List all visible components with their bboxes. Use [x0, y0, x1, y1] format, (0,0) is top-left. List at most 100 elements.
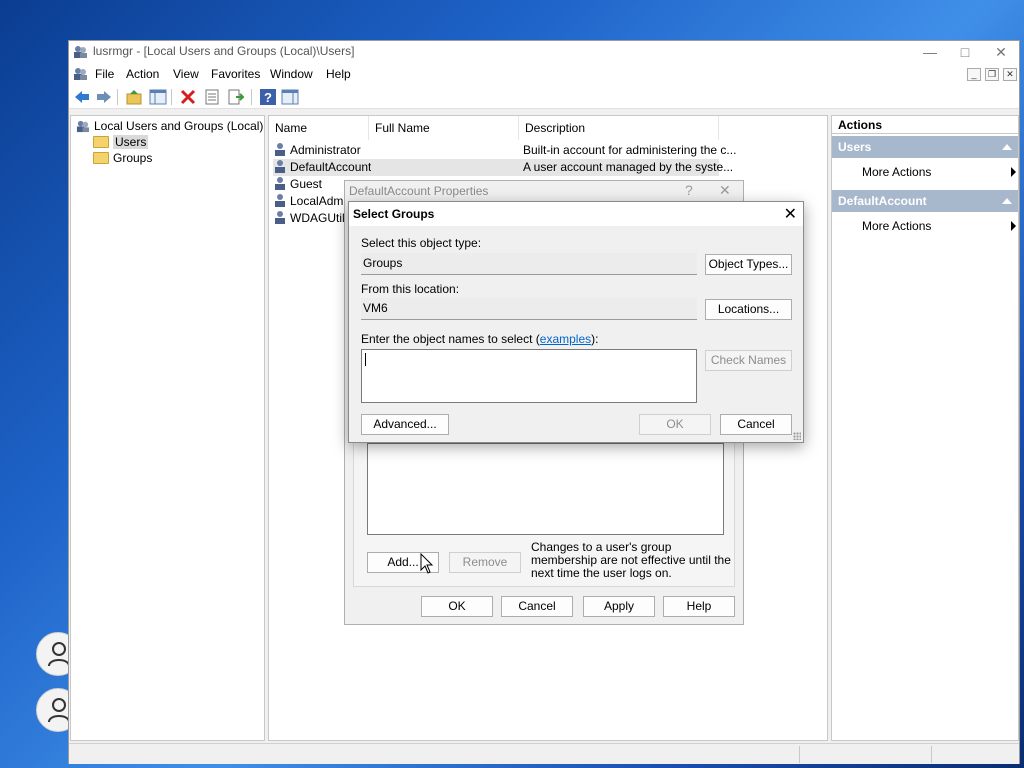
table-row[interactable]: Guest	[273, 176, 322, 193]
apply-button[interactable]: Apply	[583, 596, 655, 617]
column-header-full-name[interactable]: Full Name	[369, 116, 519, 140]
menu-bar: File Action View Favorites Window Help	[69, 63, 1019, 85]
export-list-icon[interactable]	[227, 88, 245, 106]
forward-arrow-icon[interactable]	[95, 88, 113, 106]
title-bar[interactable]: lusrmgr - [Local Users and Groups (Local…	[69, 41, 1019, 63]
help-text-button[interactable]: Help	[663, 596, 735, 617]
advanced-button[interactable]: Advanced...	[361, 414, 449, 435]
status-bar	[69, 743, 1019, 764]
user-description: A user account managed by the syste...	[523, 160, 734, 174]
user-icon	[275, 194, 285, 207]
user-icon	[275, 160, 285, 173]
folder-icon	[93, 136, 109, 148]
maximize-button[interactable]: □	[947, 41, 983, 63]
text-caret	[365, 353, 366, 366]
object-names-input[interactable]	[361, 349, 697, 403]
examples-link[interactable]: examples	[540, 332, 591, 346]
ok-button[interactable]: OK	[639, 414, 711, 435]
table-row[interactable]: LocalAdmin	[273, 193, 353, 210]
remove-button[interactable]: Remove	[449, 552, 521, 573]
object-type-field: Groups	[361, 253, 697, 275]
up-folder-icon[interactable]	[125, 88, 143, 106]
object-names-label-prefix: Enter the object names to select (	[361, 332, 540, 346]
folder-icon	[93, 152, 109, 164]
back-arrow-icon[interactable]	[73, 88, 91, 106]
user-name: DefaultAccount	[290, 160, 372, 174]
action-pane-icon[interactable]	[281, 88, 299, 106]
svg-text:?: ?	[264, 90, 272, 105]
object-types-button[interactable]: Object Types...	[705, 254, 792, 275]
more-actions-users[interactable]: More Actions	[862, 165, 1016, 179]
mouse-pointer-icon	[420, 553, 434, 574]
table-row[interactable]: WDAGUtilit	[273, 210, 351, 227]
users-groups-icon	[76, 120, 90, 133]
table-row[interactable]: DefaultAccount A user account managed by…	[273, 159, 733, 176]
menu-view[interactable]: View	[173, 67, 199, 81]
mmc-doc-icon[interactable]	[73, 66, 88, 81]
table-row[interactable]: Administrator Built-in account for admin…	[273, 142, 736, 159]
user-name: WDAGUtilit	[290, 211, 351, 225]
close-icon[interactable]: ✕	[719, 182, 731, 199]
actions-pane: Actions Users More Actions DefaultAccoun…	[831, 115, 1019, 741]
object-names-label-suffix: ):	[591, 332, 599, 346]
menu-action[interactable]: Action	[126, 67, 159, 81]
member-of-list[interactable]	[367, 443, 724, 535]
user-description: Built-in account for administering the c…	[523, 143, 737, 157]
ok-button[interactable]: OK	[421, 596, 493, 617]
tree-root-label: Local Users and Groups (Local)	[94, 119, 264, 133]
mdi-minimize-button[interactable]: _	[967, 68, 981, 81]
minimize-button[interactable]: —	[912, 41, 948, 63]
cancel-button[interactable]: Cancel	[501, 596, 573, 617]
select-groups-dialog: Select Groups ✕ Select this object type:…	[348, 201, 804, 443]
menu-favorites[interactable]: Favorites	[211, 67, 260, 81]
menu-help[interactable]: Help	[326, 67, 351, 81]
toolbar: ?	[69, 85, 1019, 109]
submenu-arrow-icon	[1011, 167, 1016, 177]
user-icon	[275, 211, 285, 224]
resize-grip[interactable]	[793, 432, 801, 440]
collapse-icon	[1002, 198, 1012, 204]
show-hide-tree-icon[interactable]	[149, 88, 167, 106]
close-button[interactable]: ✕	[983, 41, 1019, 63]
select-groups-title: Select Groups	[353, 207, 435, 221]
column-header-name[interactable]: Name	[269, 116, 369, 140]
actions-section-defaultaccount[interactable]: DefaultAccount	[832, 190, 1018, 212]
tree-item-label: Users	[113, 135, 149, 149]
tree-pane: Local Users and Groups (Local) Users Gro…	[70, 115, 265, 741]
locations-button[interactable]: Locations...	[705, 299, 792, 320]
actions-header: Actions	[832, 116, 1018, 134]
location-field: VM6	[361, 298, 697, 320]
user-icon	[275, 177, 285, 190]
user-icon	[275, 143, 285, 156]
help-button[interactable]: ?	[685, 182, 693, 198]
more-actions-defaultaccount[interactable]: More Actions	[862, 219, 1016, 233]
actions-section-title: Users	[838, 140, 872, 154]
submenu-arrow-icon	[1011, 221, 1016, 231]
tree-root[interactable]: Local Users and Groups (Local)	[75, 119, 263, 133]
user-name: Administrator	[290, 143, 361, 157]
users-app-icon	[74, 46, 87, 58]
group-membership-note: Changes to a user's group membership are…	[531, 540, 731, 580]
more-actions-label: More Actions	[862, 165, 932, 179]
select-groups-titlebar[interactable]: Select Groups ✕	[349, 202, 803, 226]
tree-item-users[interactable]: Users	[93, 135, 149, 149]
more-actions-label: More Actions	[862, 219, 932, 233]
properties-icon[interactable]	[203, 88, 221, 106]
location-label: From this location:	[361, 282, 460, 296]
actions-section-users[interactable]: Users	[832, 136, 1018, 158]
delete-icon[interactable]	[179, 88, 197, 106]
cancel-button[interactable]: Cancel	[720, 414, 792, 435]
column-header-description[interactable]: Description	[519, 116, 719, 140]
window-title: lusrmgr - [Local Users and Groups (Local…	[93, 44, 355, 58]
user-name: Guest	[290, 177, 323, 191]
mdi-restore-button[interactable]: ❐	[985, 68, 999, 81]
close-icon[interactable]: ✕	[784, 204, 797, 224]
actions-section-title: DefaultAccount	[838, 194, 927, 208]
object-type-label: Select this object type:	[361, 236, 482, 250]
tree-item-groups[interactable]: Groups	[93, 151, 152, 165]
menu-window[interactable]: Window	[270, 67, 313, 81]
menu-file[interactable]: File	[95, 67, 114, 81]
help-icon[interactable]: ?	[259, 88, 277, 106]
mdi-close-button[interactable]: ✕	[1003, 68, 1017, 81]
check-names-button[interactable]: Check Names	[705, 350, 792, 371]
